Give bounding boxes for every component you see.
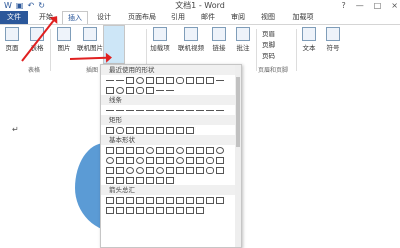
tab-file[interactable]: 文件: [0, 11, 28, 24]
links-button[interactable]: 链接: [210, 27, 228, 52]
shape-row[interactable]: [101, 175, 241, 185]
tab-layout[interactable]: 页面布局: [125, 11, 159, 24]
tab-view[interactable]: 视图: [256, 11, 280, 24]
shape-row[interactable]: [101, 105, 241, 115]
paragraph-mark-icon: ↵: [12, 125, 19, 134]
pages-button[interactable]: 页面: [3, 27, 21, 52]
header-button[interactable]: 页眉: [262, 28, 275, 38]
shape-row[interactable]: [101, 125, 241, 135]
section-block-arrows: 箭头总汇: [101, 185, 241, 195]
window-controls: ? — □ ×: [341, 0, 398, 11]
tab-addins[interactable]: 加载项: [288, 11, 318, 24]
group-label-illustrations: 插图: [86, 67, 99, 74]
group-separator: [256, 29, 257, 71]
text-button[interactable]: 文本: [300, 27, 318, 52]
shape-row[interactable]: [101, 165, 241, 175]
shape-row[interactable]: [101, 75, 241, 85]
online-picture-icon: [83, 27, 97, 41]
group-separator: [50, 29, 51, 71]
group-label-table: 表格: [28, 67, 41, 74]
addins-icon: [153, 27, 167, 41]
maximize-button[interactable]: □: [374, 0, 382, 11]
section-recent: 最近使用的形状: [101, 65, 241, 75]
tab-references[interactable]: 引用: [166, 11, 190, 24]
scrollbar-thumb[interactable]: [236, 77, 240, 147]
help-button[interactable]: ?: [341, 0, 345, 11]
video-icon: [184, 27, 198, 41]
shape-row[interactable]: [101, 155, 241, 165]
shape-row[interactable]: [101, 195, 241, 205]
picture-icon: [57, 27, 71, 41]
symbol-button[interactable]: 符号: [324, 27, 342, 52]
section-lines: 线条: [101, 95, 241, 105]
close-button[interactable]: ×: [391, 0, 398, 11]
footer-button[interactable]: 页脚: [262, 39, 275, 49]
title-bar: W ▣ ↶ ↻ 文档1 - Word ? — □ ×: [0, 0, 400, 11]
group-label-header-footer: 页眉和页脚: [258, 67, 289, 74]
tab-design[interactable]: 设计: [92, 11, 116, 24]
tab-mailings[interactable]: 邮件: [196, 11, 220, 24]
panel-scrollbar[interactable]: [235, 65, 241, 247]
tab-insert[interactable]: 插入: [62, 11, 88, 25]
shape-row[interactable]: [101, 145, 241, 155]
page-number-button[interactable]: 页码: [262, 50, 275, 60]
addins-button[interactable]: 加载项: [150, 27, 170, 52]
pictures-button[interactable]: 图片: [54, 27, 74, 52]
textbox-icon: [302, 27, 316, 41]
tab-review[interactable]: 审阅: [226, 11, 250, 24]
link-icon: [212, 27, 226, 41]
comment-icon: [236, 27, 250, 41]
shape-row[interactable]: [101, 205, 241, 215]
minimize-button[interactable]: —: [356, 0, 364, 11]
omega-icon: [326, 27, 340, 41]
section-rectangles: 矩形: [101, 115, 241, 125]
group-separator: [296, 29, 297, 71]
online-video-button[interactable]: 联机视频: [176, 27, 206, 52]
window-title: 文档1 - Word: [175, 1, 225, 10]
pages-icon: [5, 27, 19, 41]
shapes-dropdown: 最近使用的形状 线条 矩形 基本形状 箭头总汇: [100, 64, 242, 248]
comment-button[interactable]: 批注: [234, 27, 252, 52]
section-basic: 基本形状: [101, 135, 241, 145]
online-pictures-button[interactable]: 联机图片: [76, 27, 104, 52]
shape-row[interactable]: [101, 85, 241, 95]
